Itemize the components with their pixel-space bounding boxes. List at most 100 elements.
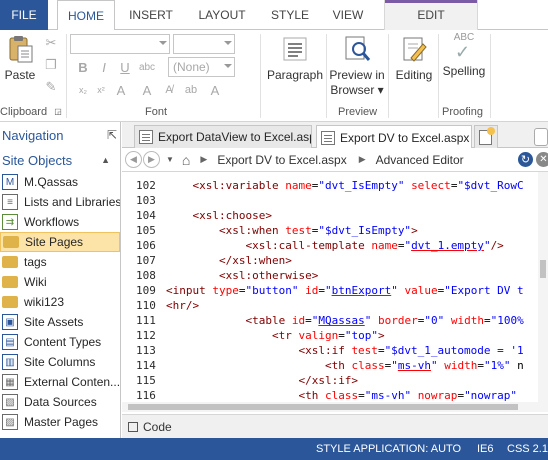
sidebar-item-master-pages[interactable]: ▨ Master Pages (0, 412, 120, 432)
close-icon[interactable]: ✕ (536, 152, 548, 167)
code-token: "dvt_IsEmpty" (318, 179, 405, 192)
code-token: "$dvt_RowC (457, 179, 524, 192)
bold-button[interactable]: B (74, 58, 92, 76)
list-icon: ≡ (2, 194, 18, 210)
line-number: 105 (136, 224, 156, 237)
pin-icon[interactable]: ⇱ (107, 128, 117, 142)
preview-in-browser-button[interactable]: Preview in Browser ▾ (328, 34, 386, 98)
text-color-icon[interactable]: A (206, 81, 224, 99)
folder-icon (2, 276, 18, 288)
format-painter-icon[interactable]: ✎ (42, 78, 60, 96)
subscript-icon[interactable]: x₂ (74, 81, 92, 99)
paste-icon (9, 36, 33, 63)
sidebar-item-workflows[interactable]: ⇉ Workflows (0, 212, 120, 232)
folder-icon (3, 236, 19, 248)
chevron-down-icon (224, 41, 232, 45)
code-token: "$dvt_1_automode = '1 (384, 344, 524, 357)
tabs-overflow[interactable] (534, 128, 548, 146)
sidebar-item-label: Master Pages (24, 415, 99, 429)
history-dropdown-icon[interactable]: ▼ (166, 155, 174, 164)
sidebar-item-lists-and-libraries[interactable]: ≡ Lists and Libraries (0, 192, 120, 212)
code-token: " (483, 239, 491, 252)
proofing-group-label: Proofing (442, 106, 483, 118)
tab-edit[interactable]: EDIT (384, 0, 478, 30)
workflow-icon: ⇉ (2, 214, 18, 230)
code-view-tab[interactable]: Code (143, 420, 172, 434)
group-separator (388, 34, 389, 118)
font-name-combo[interactable] (70, 34, 170, 54)
code-editor[interactable]: 102 <xsl:variable name="dvt_IsEmpty" sel… (122, 172, 548, 410)
style-application-status[interactable]: STYLE APPLICATION: AUTO (316, 443, 461, 455)
sidebar-item-label: Site Assets (24, 315, 84, 329)
tab-insert[interactable]: INSERT (120, 0, 182, 30)
font-size-combo[interactable] (173, 34, 235, 54)
code-token: width (450, 314, 484, 327)
line-number: 104 (136, 209, 156, 222)
sidebar-item-data-sources[interactable]: ▧ Data Sources (0, 392, 120, 412)
code-token: btnExport (331, 284, 392, 297)
sidebar-item-external-conten[interactable]: ▦ External Conten... (0, 372, 120, 392)
code-token: border (377, 314, 418, 327)
code-token: valign (298, 329, 339, 342)
css-version-status[interactable]: CSS 2.1 (507, 443, 548, 455)
grow-font-icon[interactable]: A (138, 81, 156, 99)
sidebar-item-site-assets[interactable]: ▣ Site Assets (0, 312, 120, 332)
new-tab-button[interactable] (474, 125, 498, 148)
doc-tab-export-dataview[interactable]: Export DataView to Excel.aspx (134, 125, 312, 148)
tab-file[interactable]: FILE (0, 0, 48, 30)
breadcrumb-mode[interactable]: Advanced Editor (376, 153, 464, 167)
style-combo[interactable]: (None) (168, 57, 235, 77)
code-token: </xsl:if> (298, 374, 359, 387)
vertical-scroll-thumb[interactable] (540, 260, 546, 278)
tab-layout[interactable]: LAYOUT (188, 0, 256, 30)
breadcrumb-page[interactable]: Export DV to Excel.aspx (217, 153, 346, 167)
sidebar-item-wiki[interactable]: Wiki (0, 272, 120, 292)
sidebar-item-wiki123[interactable]: wiki123 (0, 292, 120, 312)
sidebar-item-m-qassas[interactable]: M M.Qassas (0, 172, 120, 192)
code-token: /> (490, 239, 504, 252)
font-color-icon[interactable]: A (112, 81, 130, 99)
horizontal-scroll-thumb[interactable] (128, 404, 518, 410)
spelling-button[interactable]: ABC ✓ Spelling (441, 32, 487, 78)
back-icon[interactable]: ◀ (125, 151, 142, 168)
code-token: = (318, 284, 325, 297)
highlight-icon[interactable]: ab (182, 81, 200, 99)
sidebar-item-tags[interactable]: tags (0, 252, 120, 272)
doc-tab-export-dv[interactable]: Export DV to Excel.aspx * (316, 125, 472, 149)
refresh-icon[interactable]: ↻ (518, 152, 533, 167)
code-token: " (324, 284, 332, 297)
strikethrough-icon[interactable]: abc (138, 58, 156, 76)
paragraph-button[interactable]: Paragraph (264, 34, 326, 82)
forward-icon[interactable]: ▶ (143, 151, 160, 168)
spelling-label: Spelling (442, 64, 486, 78)
collapse-icon: ▲ (101, 155, 110, 165)
sidebar-item-site-pages[interactable]: Site Pages (0, 232, 120, 252)
site-objects-header[interactable]: Site Objects ▲ (0, 148, 120, 172)
code-token: nowrap (417, 389, 458, 402)
copy-icon[interactable]: ❐ (42, 56, 60, 74)
clipboard-launcher-icon[interactable]: ◲ (53, 106, 63, 116)
code-token: > (377, 329, 385, 342)
sidebar-item-content-types[interactable]: ▤ Content Types (0, 332, 120, 352)
tab-view[interactable]: VIEW (324, 0, 372, 30)
home-icon[interactable]: ⌂ (182, 152, 190, 168)
browser-compat-status[interactable]: IE6 (477, 443, 494, 455)
horizontal-scrollbar[interactable] (122, 402, 548, 412)
editing-button[interactable]: Editing (391, 34, 437, 82)
code-token: <xsl:otherwise> (218, 269, 319, 282)
underline-button[interactable]: U (116, 58, 134, 76)
sidebar-item-site-columns[interactable]: ▥ Site Columns (0, 352, 120, 372)
paste-button[interactable]: Paste (2, 34, 38, 82)
vertical-scrollbar[interactable] (538, 172, 548, 402)
italic-button[interactable]: I (95, 58, 113, 76)
tab-home[interactable]: HOME (57, 0, 115, 31)
clear-formatting-icon[interactable]: A̸ (160, 81, 178, 99)
cut-icon[interactable]: ✂ (42, 34, 60, 52)
tab-style[interactable]: STYLE (262, 0, 318, 30)
code-text: <th class="ms-vh" width="1%" n (166, 358, 524, 373)
code-token: class (324, 389, 359, 402)
superscript-icon[interactable]: x² (92, 81, 110, 99)
